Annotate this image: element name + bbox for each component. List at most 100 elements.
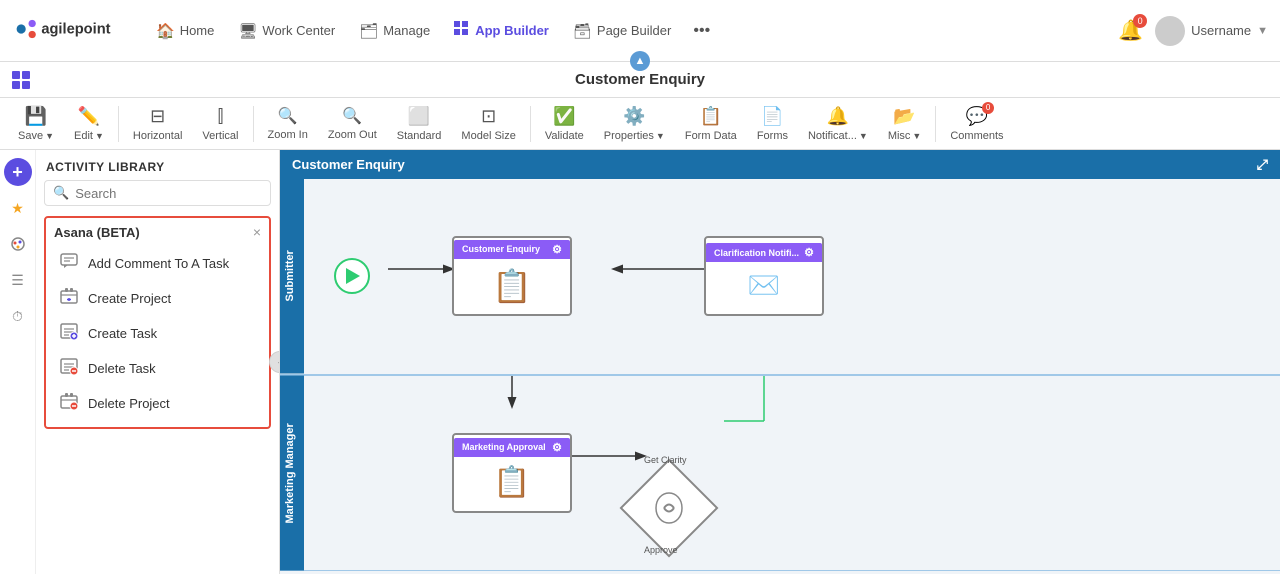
marketing-approval-body: 📋 [485, 457, 538, 508]
zoomin-icon: 🔍 [278, 106, 298, 126]
canvas-title: Customer Enquiry [292, 157, 405, 172]
search-input[interactable] [75, 186, 262, 201]
comments-button[interactable]: 💬 0 Comments [940, 102, 1013, 146]
customer-enquiry-header: Customer Enquiry ⚙ [454, 240, 570, 259]
user-avatar [1155, 16, 1185, 46]
vertical-icon: ⫿ [218, 106, 224, 127]
modelsize-button[interactable]: ⊡ Model Size [451, 102, 525, 146]
activity-item-create-project[interactable]: Create Project [54, 281, 261, 316]
decision-diamond[interactable] [620, 458, 719, 557]
create-task-label: Create Task [88, 326, 157, 341]
clarification-notif-node[interactable]: Clarification Notifi... ⚙ ✉️ [704, 236, 824, 316]
sidebar-content: ACTIVITY LIBRARY 🔍 Asana (BETA) × Add Co… [36, 150, 279, 574]
nav-workcenter[interactable]: 🖥 Work Center [228, 16, 345, 46]
customer-enquiry-node[interactable]: Customer Enquiry ⚙ 📋 [452, 236, 572, 316]
properties-button[interactable]: ⚙️ Properties▼ [594, 102, 675, 146]
zoomout-button[interactable]: 🔍 Zoom Out [318, 102, 387, 145]
category-close-button[interactable]: × [253, 224, 261, 240]
edit-button[interactable]: ✏️ Edit▼ [64, 102, 114, 146]
validate-label: Validate [545, 130, 584, 142]
save-button[interactable]: 💾 Save▼ [8, 102, 64, 146]
activity-item-delete-project[interactable]: Delete Project [54, 386, 261, 421]
delete-task-icon [58, 356, 80, 381]
customer-enquiry-settings[interactable]: ⚙ [552, 243, 562, 256]
activity-item-delete-task[interactable]: Delete Task [54, 351, 261, 386]
marketing-approval-node[interactable]: Marketing Approval ⚙ 📋 [452, 433, 572, 513]
validate-button[interactable]: ✅ Validate [535, 102, 594, 146]
customer-enquiry-body: 📋 [484, 259, 540, 313]
formdata-icon: 📋 [700, 106, 722, 127]
category-header: Asana (BETA) × [54, 224, 261, 240]
notifications-toolbar-button[interactable]: 🔔 Notificat...▼ [798, 102, 878, 146]
swim-lane-submitter: Submitter [280, 179, 1280, 376]
zoomin-button[interactable]: 🔍 Zoom In [258, 102, 318, 145]
grid-icon [12, 71, 30, 89]
notifications-button[interactable]: 🔔 0 [1118, 18, 1143, 43]
notifications-toolbar-icon: 🔔 [827, 106, 849, 127]
clarification-notif-header: Clarification Notifi... ⚙ [706, 243, 822, 262]
clarification-notif-body: ✉️ [740, 262, 788, 309]
nav-appbuilder[interactable]: App Builder [444, 15, 559, 47]
svg-text:agilepoint: agilepoint [41, 22, 110, 38]
clarification-notif-title: Clarification Notifi... [714, 248, 799, 258]
horizontal-button[interactable]: ⊟ Horizontal [123, 102, 193, 146]
nav-home[interactable]: 🏠 Home [146, 16, 224, 46]
create-task-icon [58, 321, 80, 346]
edit-icon: ✏️ [78, 106, 100, 127]
search-box: 🔍 [44, 180, 271, 206]
nav-more[interactable]: ••• [685, 16, 718, 46]
edit-label: Edit▼ [74, 130, 104, 142]
user-name: Username [1191, 23, 1251, 38]
toolbar-separator-3 [530, 106, 531, 142]
activity-library-header: ACTIVITY LIBRARY [36, 150, 279, 180]
validate-icon: ✅ [553, 106, 575, 127]
nav-collapse-button[interactable]: ▲ [630, 51, 650, 71]
forms-button[interactable]: 📄 Forms [747, 102, 798, 146]
nav-pagebuilder[interactable]: 🗃 Page Builder [563, 16, 682, 46]
marketing-approval-settings[interactable]: ⚙ [552, 441, 562, 454]
add-comment-label: Add Comment To A Task [88, 256, 229, 271]
start-play-icon [346, 268, 360, 284]
canvas-expand-icon[interactable]: ⤢ [1257, 156, 1268, 173]
clarification-notif-settings[interactable]: ⚙ [804, 246, 814, 259]
activity-item-create-task[interactable]: Create Task [54, 316, 261, 351]
activity-library-title: ACTIVITY LIBRARY [46, 160, 165, 174]
horizontal-icon: ⊟ [150, 106, 165, 127]
activity-item-add-comment[interactable]: Add Comment To A Task [54, 246, 261, 281]
misc-icon: 📂 [893, 106, 915, 127]
sidebar-palette-button[interactable] [4, 230, 32, 258]
nav-home-label: Home [180, 23, 215, 38]
delete-project-icon [58, 391, 80, 416]
misc-button[interactable]: 📂 Misc▼ [878, 102, 932, 146]
sidebar-list-button[interactable]: ☰ [4, 266, 32, 294]
swim-lane-marketing-label: Marketing Manager [280, 376, 304, 571]
create-project-label: Create Project [88, 291, 171, 306]
nav-appbuilder-label: App Builder [475, 23, 549, 38]
vertical-button[interactable]: ⫿ Vertical [192, 102, 248, 146]
start-node[interactable] [334, 258, 370, 294]
sidebar-favorites-button[interactable]: ★ [4, 194, 32, 222]
canvas-area: Customer Enquiry ⤢ Submitter [280, 150, 1280, 574]
page-title: Customer Enquiry [575, 71, 705, 88]
sidebar-timer-button[interactable]: ⏱ [4, 302, 32, 330]
vertical-label: Vertical [202, 130, 238, 142]
user-menu[interactable]: Username ▼ [1155, 16, 1268, 46]
nav-manage[interactable]: 🗂 Manage [349, 16, 440, 46]
toolbar: 💾 Save▼ ✏️ Edit▼ ⊟ Horizontal ⫿ Vertical… [0, 98, 1280, 150]
chevron-down-icon: ▼ [1257, 25, 1268, 37]
delete-task-label: Delete Task [88, 361, 156, 376]
formdata-button[interactable]: 📋 Form Data [675, 102, 747, 146]
canvas-header-icons: ⤢ [1257, 156, 1268, 173]
nav-manage-label: Manage [383, 23, 430, 38]
zoomout-label: Zoom Out [328, 129, 377, 141]
swim-lane-marketing: Marketing Manager [280, 376, 1280, 572]
misc-label: Misc▼ [888, 130, 922, 142]
formdata-label: Form Data [685, 130, 737, 142]
nav-pagebuilder-label: Page Builder [597, 23, 671, 38]
sidebar-add-button[interactable]: + [4, 158, 32, 186]
standard-button[interactable]: ⬜ Standard [387, 102, 452, 146]
properties-icon: ⚙️ [623, 106, 645, 127]
toolbar-separator-2 [253, 106, 254, 142]
create-project-icon [58, 286, 80, 311]
canvas-header: Customer Enquiry ⤢ [280, 150, 1280, 179]
